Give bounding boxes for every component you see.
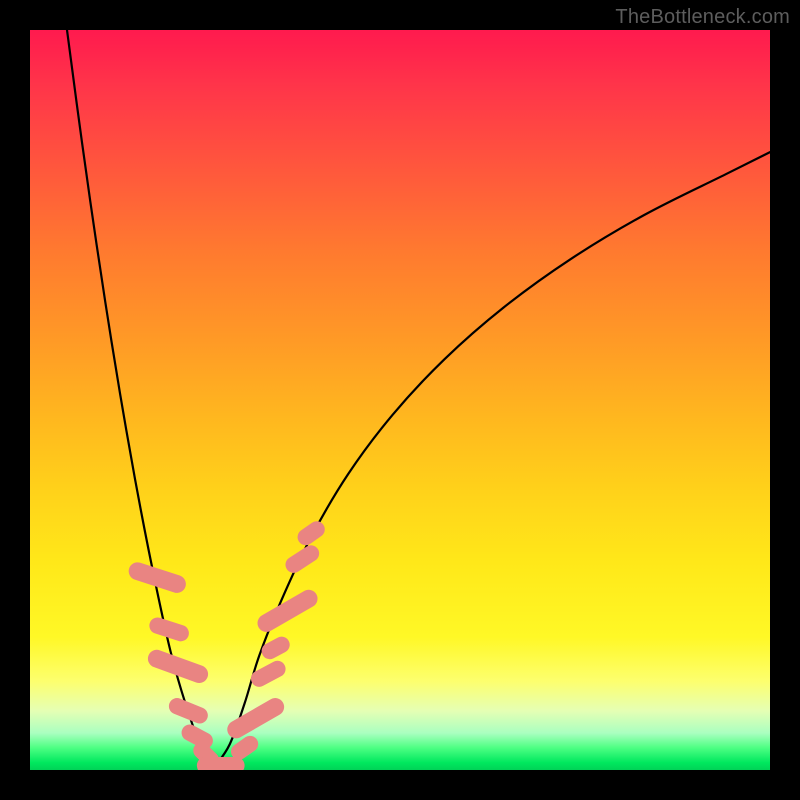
marker-left-cluster bbox=[166, 696, 210, 726]
marker-right-cluster bbox=[294, 518, 328, 548]
chart-frame: TheBottleneck.com bbox=[0, 0, 800, 800]
marker-right-cluster bbox=[259, 634, 293, 662]
marker-right-cluster bbox=[254, 587, 321, 636]
marker-left-cluster bbox=[147, 615, 191, 643]
marker-right-cluster bbox=[224, 695, 287, 742]
curve-left-branch bbox=[67, 30, 215, 766]
curve-right-branch bbox=[215, 152, 770, 766]
curve-markers bbox=[126, 518, 328, 770]
marker-right-cluster bbox=[282, 542, 322, 576]
chart-overlay bbox=[30, 30, 770, 770]
watermark-text: TheBottleneck.com bbox=[615, 6, 790, 29]
marker-right-cluster bbox=[248, 658, 288, 690]
